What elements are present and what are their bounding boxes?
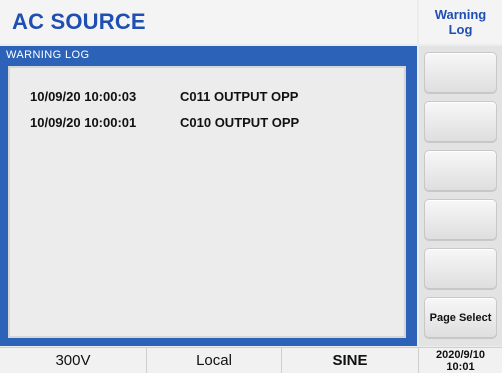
title-bar: AC SOURCE (0, 0, 417, 44)
panel-header: WARNING LOG (0, 46, 417, 64)
log-area[interactable]: 10/09/20 10:00:03 C011 OUTPUT OPP 10/09/2… (8, 66, 406, 338)
app-title: AC SOURCE (12, 9, 146, 34)
menu-title: Warning Log (419, 0, 502, 44)
menu-title-line1: Warning (434, 7, 487, 22)
log-timestamp: 10/09/20 10:00:01 (30, 115, 137, 130)
waveform-status: SINE (282, 348, 419, 373)
softkey-panel: Page Select (419, 46, 502, 346)
panel-title: WARNING LOG (6, 49, 90, 61)
softkey-2[interactable] (424, 101, 497, 143)
log-message: C011 OUTPUT OPP (180, 89, 299, 104)
status-bar: 300V Local SINE 2020/9/10 10:01 (0, 347, 502, 373)
log-message: C010 OUTPUT OPP (180, 115, 300, 130)
log-entry: 10/09/20 10:00:01 C010 OUTPUT OPP (30, 110, 299, 136)
control-mode-status: Local (147, 348, 282, 373)
warning-log-panel: WARNING LOG 10/09/20 10:00:03 C011 OUTPUT… (0, 46, 417, 346)
page-select-button[interactable]: Page Select (424, 297, 497, 339)
softkey-3[interactable] (424, 150, 497, 192)
softkey-1[interactable] (424, 52, 497, 94)
voltage-range-status: 300V (0, 348, 147, 373)
screen: AC SOURCE Warning Log WARNING LOG 10/09/… (0, 0, 502, 373)
softkey-4[interactable] (424, 199, 497, 241)
date-time: 2020/9/10 10:01 (419, 348, 502, 373)
status-date: 2020/9/10 (436, 349, 485, 361)
log-entry: 10/09/20 10:00:03 C011 OUTPUT OPP (30, 84, 299, 110)
menu-title-line2: Log (448, 22, 473, 37)
log-list: 10/09/20 10:00:03 C011 OUTPUT OPP 10/09/2… (30, 84, 299, 136)
softkey-5[interactable] (424, 248, 497, 290)
status-time: 10:01 (446, 361, 475, 373)
log-timestamp: 10/09/20 10:00:03 (30, 89, 137, 104)
